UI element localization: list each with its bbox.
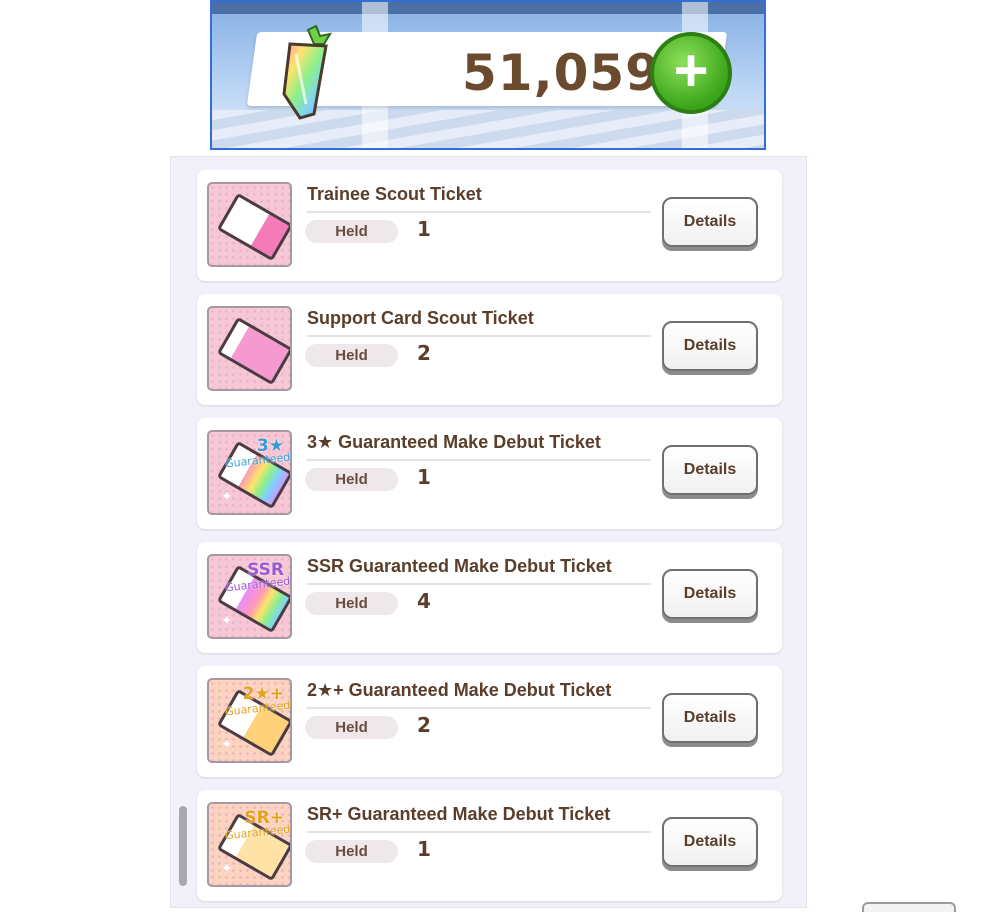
- partial-button-edge[interactable]: [862, 902, 956, 912]
- details-button[interactable]: Details: [662, 569, 758, 619]
- sparkle-icon: ✦: [221, 488, 233, 504]
- sparkle-icon: ✦: [221, 860, 233, 876]
- list-item: SSR Guaranteed ✦ SSR Guaranteed Make Deb…: [197, 542, 782, 653]
- currency-banner: 51,059 +: [210, 0, 766, 150]
- list-item: SR+ Guaranteed ✦ SR+ Guaranteed Make Deb…: [197, 790, 782, 901]
- item-title: Support Card Scout Ticket: [307, 308, 534, 328]
- held-count: 1: [417, 217, 431, 241]
- held-count: 2: [417, 341, 431, 365]
- add-currency-button[interactable]: +: [650, 32, 732, 114]
- divider: [307, 459, 651, 461]
- details-button[interactable]: Details: [662, 817, 758, 867]
- plus-icon: +: [673, 37, 709, 104]
- divider: [307, 335, 651, 337]
- held-count: 4: [417, 589, 431, 613]
- trainee-scout-ticket-icon: [207, 182, 292, 267]
- held-label: Held: [305, 220, 398, 243]
- held-label: Held: [305, 468, 398, 491]
- list-item: Trainee Scout Ticket Held 1 Details: [197, 170, 782, 281]
- sparkle-icon: ✦: [221, 612, 233, 628]
- details-button[interactable]: Details: [662, 445, 758, 495]
- support-card-scout-ticket-icon: [207, 306, 292, 391]
- scrollbar-thumb[interactable]: [179, 806, 187, 886]
- held-count: 1: [417, 837, 431, 861]
- divider: [307, 707, 651, 709]
- held-label: Held: [305, 592, 398, 615]
- item-title: SSR Guaranteed Make Debut Ticket: [307, 556, 612, 576]
- details-button[interactable]: Details: [662, 693, 758, 743]
- sparkle-icon: ✦: [221, 736, 233, 752]
- ticket-list-panel[interactable]: Trainee Scout Ticket Held 1 Details Supp…: [170, 156, 807, 908]
- 2-star-plus-guaranteed-ticket-icon: 2★+ Guaranteed ✦: [207, 678, 292, 763]
- divider: [307, 211, 651, 213]
- ssr-guaranteed-ticket-icon: SSR Guaranteed ✦: [207, 554, 292, 639]
- held-label: Held: [305, 344, 398, 367]
- held-label: Held: [305, 840, 398, 863]
- list-item: Support Card Scout Ticket Held 2 Details: [197, 294, 782, 405]
- item-title: SR+ Guaranteed Make Debut Ticket: [307, 804, 611, 824]
- details-button[interactable]: Details: [662, 197, 758, 247]
- item-title: 3★ Guaranteed Make Debut Ticket: [307, 432, 601, 452]
- details-button[interactable]: Details: [662, 321, 758, 371]
- divider: [307, 831, 651, 833]
- divider: [307, 583, 651, 585]
- held-count: 2: [417, 713, 431, 737]
- item-title: Trainee Scout Ticket: [307, 184, 482, 204]
- sr-plus-guaranteed-ticket-icon: SR+ Guaranteed ✦: [207, 802, 292, 887]
- rainbow-crystal-icon: [282, 24, 333, 120]
- currency-amount: 51,059: [462, 44, 661, 102]
- held-label: Held: [305, 716, 398, 739]
- list-item: 2★+ Guaranteed ✦ 2★+ Guaranteed Make Deb…: [197, 666, 782, 777]
- 3-star-guaranteed-ticket-icon: 3★ Guaranteed ✦: [207, 430, 292, 515]
- item-title: 2★+ Guaranteed Make Debut Ticket: [307, 680, 612, 700]
- held-count: 1: [417, 465, 431, 489]
- list-item: 3★ Guaranteed ✦ 3★ Guaranteed Make Debut…: [197, 418, 782, 529]
